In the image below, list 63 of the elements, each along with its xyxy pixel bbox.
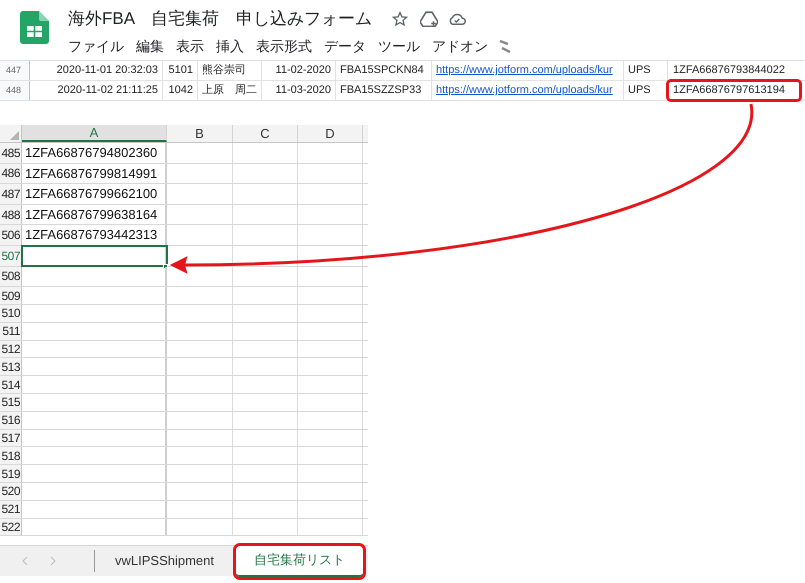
link[interactable]: https://www.jotform.com/uploads/kur	[432, 61, 624, 80]
menu-item[interactable]: データ	[324, 36, 366, 56]
star-icon[interactable]	[392, 11, 408, 27]
column-header[interactable]: C	[233, 125, 298, 142]
table-cell: 1ZFA66876799638164	[22, 204, 167, 224]
document-title[interactable]: 海外FBA 自宅集荷 申し込みフォーム	[68, 6, 372, 32]
row-number[interactable]: 512	[0, 340, 22, 358]
row-number[interactable]: 511	[0, 322, 22, 340]
table-cell: 1ZFA66876797613194	[668, 81, 800, 100]
table-cell: 2020-11-02 21:11:25	[30, 81, 163, 100]
table-cell: 5101	[163, 61, 198, 80]
table-cell: 2020-11-01 20:32:03	[30, 61, 163, 80]
row-number[interactable]: 486	[0, 164, 22, 184]
row-number[interactable]: 515	[0, 394, 22, 411]
table-cell: UPS	[624, 61, 668, 80]
row-number[interactable]: 522	[0, 518, 22, 536]
column-header[interactable]: B	[167, 125, 233, 142]
menu-item[interactable]: 挿入	[216, 36, 244, 56]
link[interactable]: https://www.jotform.com/uploads/kur	[432, 81, 624, 100]
table-cell: 熊谷崇司	[198, 61, 262, 80]
column-header[interactable]: D	[298, 125, 363, 142]
drive-icon[interactable]	[420, 11, 438, 27]
row-number[interactable]: 513	[0, 358, 22, 376]
row-number: 447	[0, 61, 30, 80]
menu-item[interactable]: 編集	[136, 36, 164, 56]
row-number[interactable]: 516	[0, 412, 22, 429]
row-number[interactable]: 521	[0, 500, 22, 518]
fill-handle[interactable]	[163, 264, 168, 269]
row-number[interactable]: 485	[0, 143, 22, 163]
table-cell: UPS	[624, 81, 668, 100]
menu-item[interactable]: 表示	[176, 36, 204, 56]
row-number[interactable]: 488	[0, 204, 22, 224]
sheet-tab[interactable]: vwLIPSShipment	[97, 546, 232, 576]
row-number[interactable]: 514	[0, 376, 22, 393]
row-number[interactable]: 517	[0, 430, 22, 446]
cloud-icon[interactable]	[448, 12, 466, 26]
row-number: 448	[0, 81, 30, 100]
column-header[interactable]: A	[22, 125, 167, 142]
row-number[interactable]: 487	[0, 184, 22, 204]
row-number[interactable]: 508	[0, 266, 22, 286]
row-number[interactable]: 509	[0, 287, 22, 304]
table-cell: 上原 周二	[198, 81, 262, 100]
table-cell: 1ZFA66876794802360	[22, 143, 167, 163]
table-cell: 1ZFA66876793442313	[22, 225, 167, 245]
row-number[interactable]: 518	[0, 447, 22, 464]
row-number[interactable]: 520	[0, 482, 22, 500]
table-cell: 1042	[163, 81, 198, 100]
table-cell-text: 1ZFA66876793844022	[672, 63, 786, 78]
table-cell: FBA15SZZSP33	[336, 81, 432, 100]
menu-item[interactable]: ファイル	[68, 36, 124, 56]
menu-item[interactable]: 表示形式	[256, 36, 312, 56]
row-number[interactable]: 506	[0, 225, 22, 245]
menu-item[interactable]: アドオン	[432, 36, 488, 56]
row-number[interactable]: 519	[0, 465, 22, 482]
row-number[interactable]: 510	[0, 304, 22, 322]
table-cell: 1ZFA66876799814991	[22, 164, 167, 184]
table-cell: 11-02-2020	[262, 61, 336, 80]
spreadsheet-icon[interactable]	[20, 11, 49, 44]
row-number[interactable]: 507	[0, 246, 22, 266]
table-cell: 1ZFA66876799662100	[22, 184, 167, 204]
table-cell: 11-03-2020	[262, 81, 336, 100]
menu-item[interactable]: ツール	[378, 36, 420, 56]
table-cell: FBA15SPCKN84	[336, 61, 432, 80]
